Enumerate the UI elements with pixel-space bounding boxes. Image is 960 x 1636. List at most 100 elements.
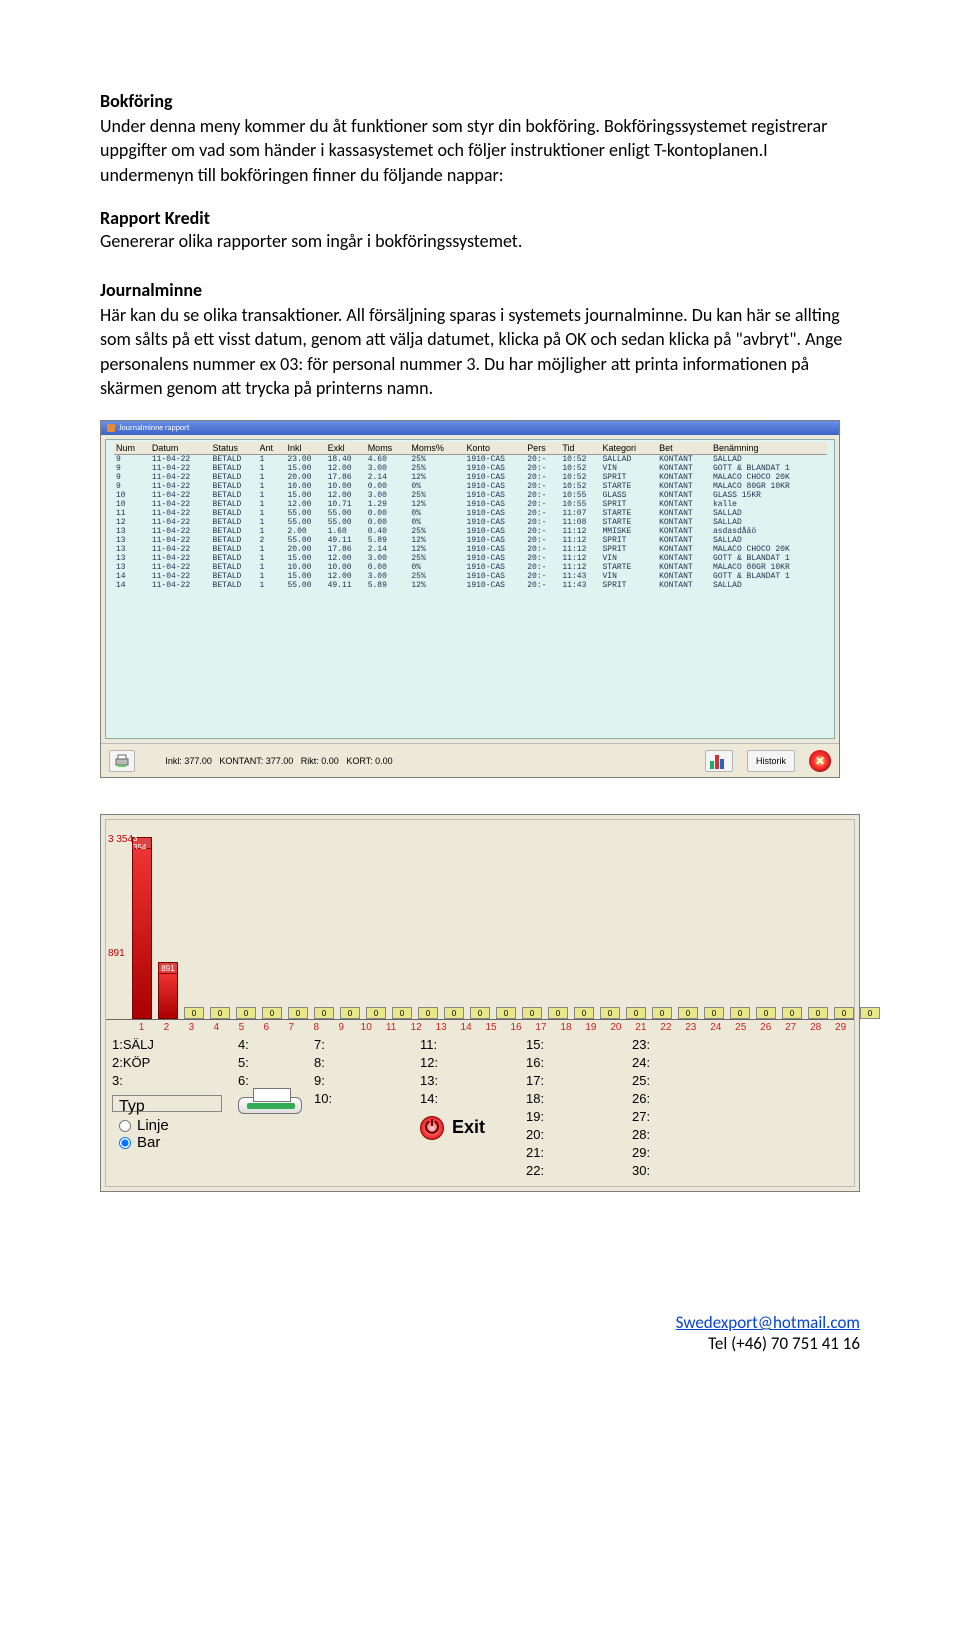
col-tid[interactable]: Tid xyxy=(560,442,600,455)
table-row[interactable]: 911-04-22BETALD120.0017.862.1412%1910-CA… xyxy=(114,473,827,482)
col-num[interactable]: Num xyxy=(114,442,150,455)
col-status[interactable]: Status xyxy=(211,442,258,455)
radio-bar-label[interactable]: Bar xyxy=(119,1134,215,1151)
table-row[interactable]: 1011-04-22BETALD115.0012.003.0025%1910-C… xyxy=(114,491,827,500)
radio-bar-text: Bar xyxy=(137,1134,160,1151)
x-tick: 7 xyxy=(282,1022,301,1033)
chart-bar: 0 xyxy=(678,1007,698,1019)
chart-bar: 0 xyxy=(756,1007,776,1019)
legend-23: 23: xyxy=(632,1037,732,1054)
bottom-toolbar: Inkl: 377.00 KONTANT: 377.00 Rikt: 0.00 … xyxy=(101,743,839,777)
power-icon: ⏻ xyxy=(420,1116,444,1140)
legend-25: 25: xyxy=(632,1073,732,1090)
footer-email-link[interactable]: Swedexport@hotmail.com xyxy=(676,1312,860,1333)
col-kategori[interactable]: Kategori xyxy=(600,442,657,455)
bar-value-label: 0 xyxy=(600,1007,620,1019)
exit-button[interactable]: ⏻ Exit xyxy=(420,1119,520,1136)
bar-rect xyxy=(158,974,178,1019)
rapport-line: Rapport Kredit xyxy=(100,207,860,229)
table-row[interactable]: 911-04-22BETALD123.0018.404.6025%1910-CA… xyxy=(114,455,827,465)
x-tick: 11 xyxy=(382,1022,401,1033)
totals-text: Inkl: 377.00 KONTANT: 377.00 Rikt: 0.00 … xyxy=(149,756,409,766)
col-moms[interactable]: Moms xyxy=(366,442,410,455)
x-tick: 19 xyxy=(581,1022,600,1033)
bar-value-label: 0 xyxy=(366,1007,386,1019)
legend-30: 30: xyxy=(632,1163,732,1180)
chart-bar: 3 354 xyxy=(132,837,152,1019)
table-row[interactable]: 1111-04-22BETALD155.0055.000.000%1910-CA… xyxy=(114,509,827,518)
col-konto[interactable]: Konto xyxy=(465,442,526,455)
journal-table: NumDatumStatusAntInklExklMomsMoms%KontoP… xyxy=(114,442,827,590)
bar-value-label: 0 xyxy=(314,1007,334,1019)
bar-value-label: 0 xyxy=(678,1007,698,1019)
table-row[interactable]: 1411-04-22BETALD155.0049.115.8912%1910-C… xyxy=(114,581,827,590)
col-benämning[interactable]: Benämning xyxy=(711,442,827,455)
table-row[interactable]: 1311-04-22BETALD12.001.600.4025%1910-CAS… xyxy=(114,527,827,536)
typ-title: Typ xyxy=(119,1098,215,1115)
bar-value-label: 0 xyxy=(548,1007,568,1019)
x-tick: 4 xyxy=(207,1022,226,1033)
chart-bar: 0 xyxy=(314,1007,334,1019)
chart-bar: 0 xyxy=(366,1007,386,1019)
col-datum[interactable]: Datum xyxy=(150,442,211,455)
large-printer-button[interactable] xyxy=(238,1097,302,1114)
col-exkl[interactable]: Exkl xyxy=(326,442,366,455)
paragraph-2: Genererar olika rapporter som ingår i bo… xyxy=(100,229,860,253)
x-tick: 26 xyxy=(756,1022,775,1033)
x-tick: 29 xyxy=(831,1022,850,1033)
section-title-bokforing: Bokföring xyxy=(100,90,860,112)
legend-2: 2:KÖP xyxy=(112,1055,232,1072)
legend-7: 7: xyxy=(314,1037,414,1054)
bar-value-label: 0 xyxy=(470,1007,490,1019)
table-row[interactable]: 1011-04-22BETALD112.0010.711.2912%1910-C… xyxy=(114,500,827,509)
col-bet[interactable]: Bet xyxy=(657,442,711,455)
legend-21: 21: xyxy=(526,1145,626,1162)
chart-bar: 891 xyxy=(158,962,178,1019)
radio-linje-label[interactable]: Linje xyxy=(119,1117,215,1134)
x-tick: 13 xyxy=(432,1022,451,1033)
x-tick: 15 xyxy=(482,1022,501,1033)
window-title-text: Journalminne rapport xyxy=(119,423,190,433)
col-inkl[interactable]: Inkl xyxy=(285,442,325,455)
table-row[interactable]: 911-04-22BETALD115.0012.003.0025%1910-CA… xyxy=(114,464,827,473)
x-tick: 21 xyxy=(631,1022,650,1033)
chart-bar: 0 xyxy=(522,1007,542,1019)
table-row[interactable]: 1311-04-22BETALD110.0010.000.000%1910-CA… xyxy=(114,563,827,572)
col-pers[interactable]: Pers xyxy=(525,442,560,455)
close-button[interactable]: ✕ xyxy=(809,750,831,772)
x-tick: 6 xyxy=(257,1022,276,1033)
table-row[interactable]: 911-04-22BETALD110.0010.000.000%1910-CAS… xyxy=(114,482,827,491)
table-row[interactable]: 1311-04-22BETALD115.0012.003.0025%1910-C… xyxy=(114,554,827,563)
legend-18: 18: xyxy=(526,1091,626,1108)
table-row[interactable]: 1311-04-22BETALD120.0017.862.1412%1910-C… xyxy=(114,545,827,554)
x-tick: 3 xyxy=(182,1022,201,1033)
radio-linje[interactable] xyxy=(119,1120,131,1132)
bar-value-label: 0 xyxy=(418,1007,438,1019)
window-titlebar[interactable]: Journalminne rapport xyxy=(101,421,839,435)
table-row[interactable]: 1311-04-22BETALD255.0049.115.8912%1910-C… xyxy=(114,536,827,545)
table-row[interactable]: 1411-04-22BETALD115.0012.003.0025%1910-C… xyxy=(114,572,827,581)
col-ant[interactable]: Ant xyxy=(258,442,286,455)
x-tick: 5 xyxy=(232,1022,251,1033)
historik-button[interactable]: Historik xyxy=(747,750,795,772)
radio-bar[interactable] xyxy=(119,1137,131,1149)
chart-bar: 0 xyxy=(236,1007,256,1019)
chart-button[interactable] xyxy=(705,750,733,772)
bar-value-label: 891 xyxy=(158,962,178,974)
table-scroll[interactable]: NumDatumStatusAntInklExklMomsMoms%KontoP… xyxy=(105,439,835,739)
legend-13: 13: xyxy=(420,1073,520,1090)
bar-value-label: 0 xyxy=(808,1007,828,1019)
legend-16: 16: xyxy=(526,1055,626,1072)
x-tick: 16 xyxy=(507,1022,526,1033)
legend-24: 24: xyxy=(632,1055,732,1072)
total-kort: KORT: 0.00 xyxy=(346,756,392,766)
x-tick: 12 xyxy=(407,1022,426,1033)
chart-bar: 0 xyxy=(210,1007,230,1019)
print-button[interactable] xyxy=(109,750,135,772)
bar-value-label: 0 xyxy=(626,1007,646,1019)
table-row[interactable]: 1211-04-22BETALD155.0055.000.000%1910-CA… xyxy=(114,518,827,527)
col-moms%[interactable]: Moms% xyxy=(409,442,464,455)
legend-17: 17: xyxy=(526,1073,626,1090)
chart-bar: 0 xyxy=(860,1007,880,1019)
exit-label: Exit xyxy=(452,1117,485,1138)
